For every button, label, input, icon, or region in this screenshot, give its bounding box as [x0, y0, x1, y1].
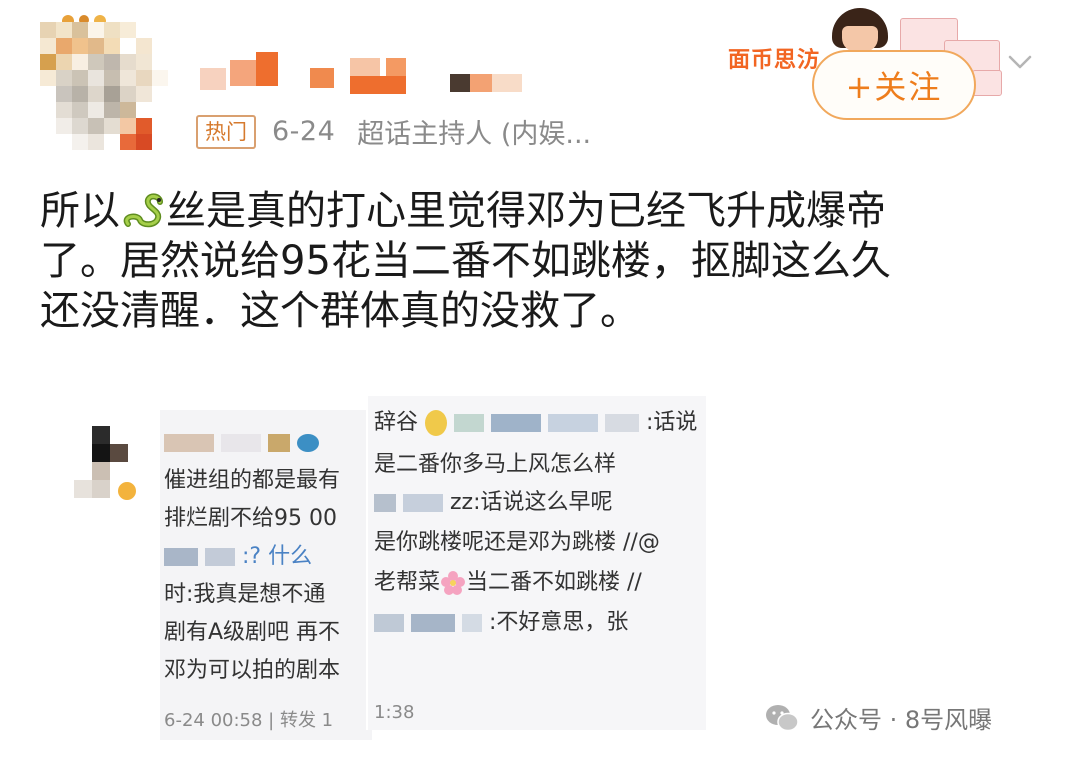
post-text: 所以 丝是真的打心里觉得邓为已经飞升成爆帝 了。居然说给95花当二番不如跳楼，抠脚…	[40, 186, 1040, 336]
username-redacted[interactable]	[200, 52, 540, 94]
post-source[interactable]: 超话主持人 (内娱...	[357, 112, 591, 151]
left-card-text: :? 什么	[242, 544, 313, 569]
right-card-text: 当二番不如跳楼 //	[466, 570, 642, 595]
snake-icon	[120, 190, 166, 230]
right-card-line: zz:话说这么早呢	[374, 484, 613, 522]
right-card-line: 辞谷 :话说	[374, 404, 697, 442]
cartoon-face-icon	[842, 26, 878, 52]
left-card-line: 催进组的都是最有	[164, 468, 341, 493]
forwarded-card-right[interactable]: 辞谷 :话说 是二番你多马上风怎么样 zz:话说这么早呢 是你跳楼呢还是邓为跳楼…	[368, 396, 706, 730]
post-meta: 热门 6-24 超话主持人 (内娱...	[196, 112, 591, 151]
right-card-text: 老帮菜	[374, 570, 441, 595]
right-card-line: 是你跳楼呢还是邓为跳楼 //@	[374, 530, 660, 555]
right-card-time: 1:38	[374, 702, 415, 723]
follow-button[interactable]: +关注	[812, 50, 976, 120]
left-card-header	[164, 424, 319, 462]
tissue-box-icon	[972, 70, 1002, 96]
left-card-line: :? 什么	[164, 538, 312, 576]
right-card-text: :不好意思，张	[489, 610, 629, 635]
post-line-1: 所以 丝是真的打心里觉得邓为已经飞升成爆帝	[40, 186, 1040, 236]
left-card-line: 时:我真是想不通	[164, 582, 326, 607]
left-card-line: 剧有A级剧吧 再不	[164, 620, 341, 645]
verified-badge-icon	[116, 480, 138, 502]
watermark-text: 公众号 · 8号风曝	[810, 706, 993, 734]
post-line-1-end: 丝是真的打心里觉得邓为已经飞升成爆帝	[166, 188, 886, 234]
left-card-line: 排烂剧不给95 00	[164, 506, 337, 531]
left-card-line: 邓为可以拍的剧本	[164, 658, 341, 683]
flower-icon	[440, 570, 466, 596]
post-line-1-start: 所以	[40, 188, 120, 234]
watermark: 公众号 · 8号风曝	[764, 700, 992, 735]
forwarded-card-left[interactable]: 催进组的都是最有 排烂剧不给95 00 :? 什么 时:我真是想不通 剧有A级剧…	[160, 410, 372, 740]
right-card-line: 老帮菜 当二番不如跳楼 //	[374, 564, 642, 602]
right-card-line: :不好意思，张	[374, 604, 628, 642]
post-line-2: 了。居然说给95花当二番不如跳楼，抠脚这么久	[40, 238, 891, 284]
post-line-3: 还没清醒．这个群体真的没救了。	[40, 288, 640, 334]
left-card-footer: 6-24 00:58 | 转发 1	[164, 710, 334, 731]
right-card-text: :话说	[646, 410, 698, 435]
right-card-text: 辞谷	[374, 410, 419, 435]
right-card-text: zz:话说这么早呢	[450, 490, 613, 515]
right-card-line: 是二番你多马上风怎么样	[374, 452, 617, 477]
wechat-icon	[766, 704, 799, 731]
chevron-down-icon[interactable]	[1008, 50, 1032, 74]
avatar[interactable]	[40, 22, 168, 150]
card-decoration-banner: 面币思汸	[728, 48, 821, 73]
post-date: 6-24	[272, 116, 336, 147]
hot-badge[interactable]: 热门	[196, 114, 256, 149]
